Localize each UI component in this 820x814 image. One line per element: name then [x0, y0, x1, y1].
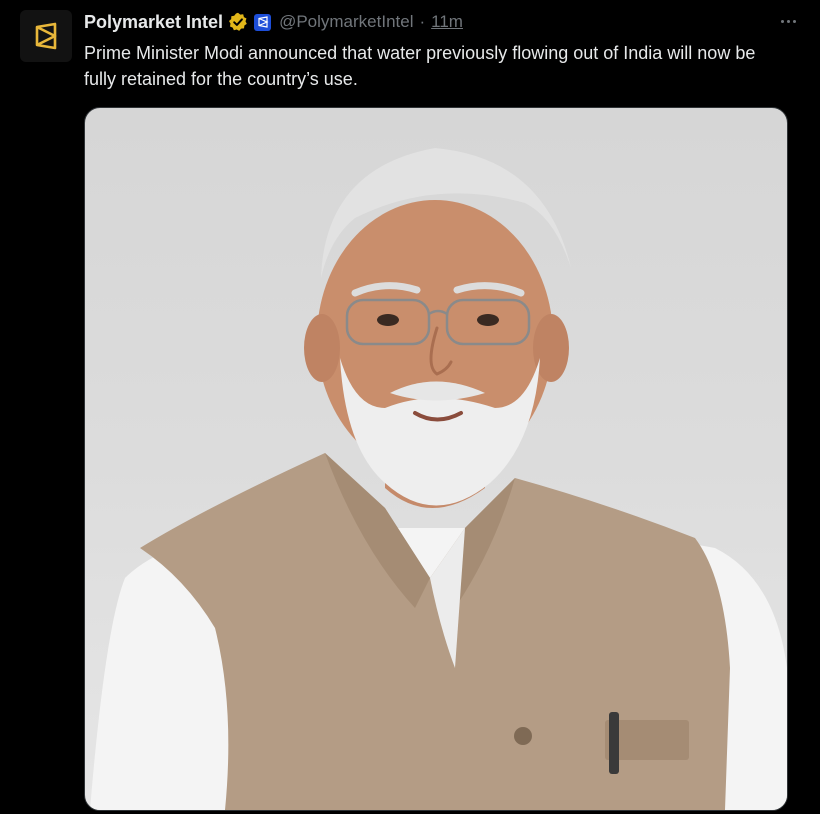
verified-badge-icon	[228, 12, 248, 32]
polymarket-logo-icon	[35, 22, 57, 50]
tweet[interactable]: Polymarket Intel @PolymarketIntel · 11m …	[0, 0, 820, 814]
tweet-photo[interactable]	[84, 107, 788, 811]
timestamp-link[interactable]: 11m	[431, 12, 463, 32]
tweet-text: Prime Minister Modi announced that water…	[84, 43, 756, 89]
tweet-header: Polymarket Intel @PolymarketIntel · 11m	[84, 10, 463, 34]
avatar[interactable]	[20, 10, 72, 62]
author-handle[interactable]: @PolymarketIntel	[279, 12, 413, 32]
author-name[interactable]: Polymarket Intel	[84, 12, 223, 33]
more-options-icon[interactable]	[776, 12, 800, 30]
portrait-illustration	[90, 148, 787, 810]
affiliate-badge-icon[interactable]	[254, 13, 272, 31]
separator-dot: ·	[419, 12, 426, 31]
